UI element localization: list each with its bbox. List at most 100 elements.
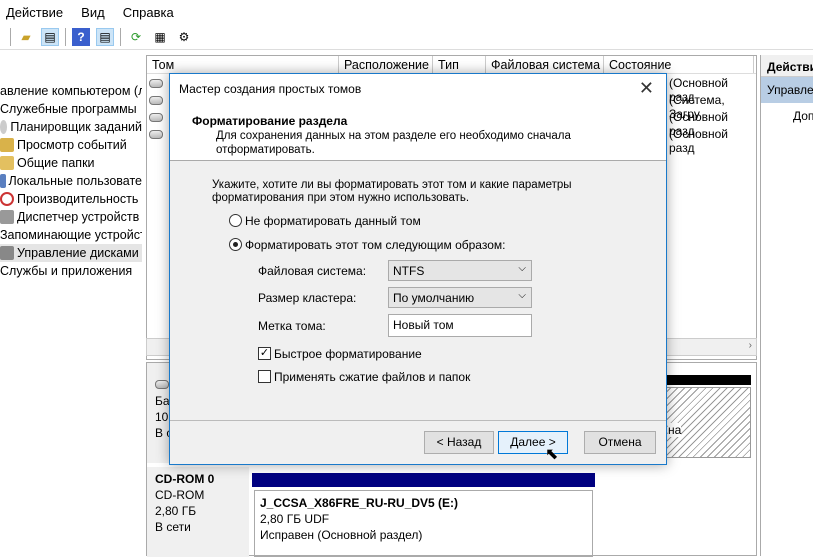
tree-item-system-tools[interactable]: Служебные программы — [0, 100, 142, 118]
new-volume-wizard-dialog: Мастер создания простых томов ✕ Форматир… — [169, 73, 667, 465]
volume-label-label: Метка тома: — [258, 319, 326, 333]
tree-item-local-users[interactable]: Локальные пользовате — [0, 172, 142, 190]
tree-item-shared-folders[interactable]: Общие папки — [0, 154, 142, 172]
cd-drive-icon — [149, 130, 163, 139]
cdrom-size: 2,80 ГБ — [155, 504, 197, 518]
navigation-tree: авление компьютером (л Служебные програм… — [0, 82, 142, 280]
performance-icon — [0, 192, 14, 206]
list-header: Том Расположение Тип Файловая система Со… — [147, 56, 756, 74]
tree-item-computer-management[interactable]: авление компьютером (л — [0, 82, 142, 100]
row-status: (Основной разд — [669, 127, 729, 155]
event-viewer-icon — [0, 138, 14, 152]
menu-action[interactable]: Действие — [6, 5, 63, 20]
disk-icon — [149, 113, 163, 122]
quick-format-checkbox[interactable]: ✓ — [258, 347, 271, 360]
dialog-header: Форматирование раздела Для сохранения да… — [170, 102, 666, 161]
cdrom-name: CD-ROM 0 — [155, 472, 215, 486]
unallocated-region[interactable]: на — [663, 387, 751, 458]
settings-icon[interactable]: ⚙ — [175, 28, 193, 46]
tree-label: Общие папки — [17, 156, 95, 170]
tree-label: Запоминающие устройст — [0, 228, 142, 242]
tree-item-performance[interactable]: Производительность — [0, 190, 142, 208]
dialog-subheading: Для сохранения данных на этом разделе ег… — [216, 130, 571, 156]
tree-item-storage[interactable]: Запоминающие устройст — [0, 226, 142, 244]
column-status[interactable]: Состояние — [604, 56, 754, 73]
cdrom-type: CD-ROM — [155, 488, 205, 502]
clock-icon — [0, 120, 8, 134]
volume-label-input[interactable]: Новый том — [388, 314, 532, 337]
chevron-down-icon: ⌵ — [518, 290, 526, 301]
tree-label: Служебные программы — [0, 102, 137, 116]
show-action-pane-icon[interactable]: ▤ — [96, 28, 114, 46]
chevron-down-icon: ⌵ — [518, 263, 526, 274]
up-folder-icon[interactable]: ▰ — [17, 28, 35, 46]
tree-label: Планировщик заданий — [10, 120, 142, 134]
menu-help[interactable]: Справка — [123, 5, 174, 20]
actions-disk-management[interactable]: Управле — [761, 77, 813, 103]
disk-icon — [149, 96, 163, 105]
disk-icon — [149, 79, 163, 88]
close-icon[interactable]: ✕ — [639, 78, 654, 99]
tree-label: Службы и приложения — [0, 264, 133, 278]
tree-item-device-manager[interactable]: Диспетчер устройств — [0, 208, 142, 226]
quick-format-label[interactable]: Быстрое форматирование — [274, 347, 422, 361]
cluster-size-select[interactable]: По умолчанию ⌵ — [388, 287, 532, 308]
toolbar: ▰ ▤ ? ▤ ⟳ ▦ ⚙ — [0, 25, 813, 50]
radio-no-format[interactable] — [229, 214, 242, 227]
help-icon[interactable]: ? — [72, 28, 90, 46]
filesystem-value: NTFS — [393, 264, 425, 278]
radio-no-format-label[interactable]: Не форматировать данный том — [245, 214, 421, 228]
refresh-icon[interactable]: ⟳ — [127, 28, 145, 46]
radio-format-label[interactable]: Форматировать этот том следующим образом… — [245, 238, 505, 252]
cluster-size-label: Размер кластера: — [258, 291, 357, 305]
toolbar-separator — [10, 28, 11, 46]
tree-item-event-viewer[interactable]: Просмотр событий — [0, 136, 142, 154]
properties-icon[interactable]: ▦ — [151, 28, 169, 46]
toolbar-separator — [120, 28, 121, 46]
column-type[interactable]: Тип — [433, 56, 486, 73]
back-button[interactable]: < Назад — [424, 431, 494, 454]
tree-item-task-scheduler[interactable]: Планировщик заданий — [0, 118, 142, 136]
partition-bar — [252, 473, 595, 487]
show-hide-tree-icon[interactable]: ▤ — [41, 28, 59, 46]
partition-name: J_CCSA_X86FRE_RU-RU_DV5 (E:) — [260, 496, 459, 510]
shared-folder-icon — [0, 156, 14, 170]
device-manager-icon — [0, 210, 14, 224]
mouse-cursor-icon: ⬉ — [545, 446, 559, 463]
dialog-footer-divider — [170, 420, 666, 421]
menu-view[interactable]: Вид — [81, 5, 105, 20]
tree-item-disk-management[interactable]: Управление дисками — [0, 244, 142, 262]
tree-label: Диспетчер устройств — [17, 210, 140, 224]
partition-size: 2,80 ГБ UDF — [260, 512, 330, 526]
tree-label: Производительность — [17, 192, 139, 206]
tree-item-services-apps[interactable]: Службы и приложения — [0, 262, 142, 280]
disk-management-icon — [0, 246, 14, 260]
compression-label[interactable]: Применять сжатие файлов и папок — [274, 370, 470, 384]
column-volume[interactable]: Том — [147, 56, 339, 73]
instruction-text: Укажите, хотите ли вы форматировать этот… — [212, 179, 572, 204]
column-location[interactable]: Расположение — [339, 56, 433, 73]
compression-checkbox[interactable] — [258, 370, 271, 383]
filesystem-select[interactable]: NTFS ⌵ — [388, 260, 532, 281]
filesystem-label: Файловая система: — [258, 264, 367, 278]
cdrom-partition[interactable]: J_CCSA_X86FRE_RU-RU_DV5 (E:) 2,80 ГБ UDF… — [254, 490, 593, 557]
tree-label: Управление дисками — [17, 246, 139, 260]
unallocated-label: на — [668, 423, 682, 437]
scroll-right-icon[interactable]: › — [749, 340, 752, 351]
tree-label: Локальные пользовате — [8, 174, 142, 188]
actions-more[interactable]: Доп — [761, 103, 813, 123]
column-filesystem[interactable]: Файловая система — [486, 56, 604, 73]
cdrom-label[interactable]: CD-ROM 0 CD-ROM 2,80 ГБ В сети — [147, 467, 249, 557]
users-icon — [0, 174, 6, 188]
dialog-heading: Форматирование раздела — [192, 114, 348, 128]
volume-label-value: Новый том — [393, 318, 454, 332]
unallocated-bar — [663, 375, 751, 385]
cancel-button[interactable]: Отмена — [584, 431, 656, 454]
cluster-size-value: По умолчанию — [393, 291, 475, 305]
toolbar-separator — [65, 28, 66, 46]
menu-bar: Действие Вид Справка — [0, 0, 813, 25]
radio-format[interactable] — [229, 238, 242, 251]
tree-label: авление компьютером (л — [0, 84, 142, 98]
tree-label: Просмотр событий — [17, 138, 127, 152]
disk-icon — [155, 380, 169, 389]
